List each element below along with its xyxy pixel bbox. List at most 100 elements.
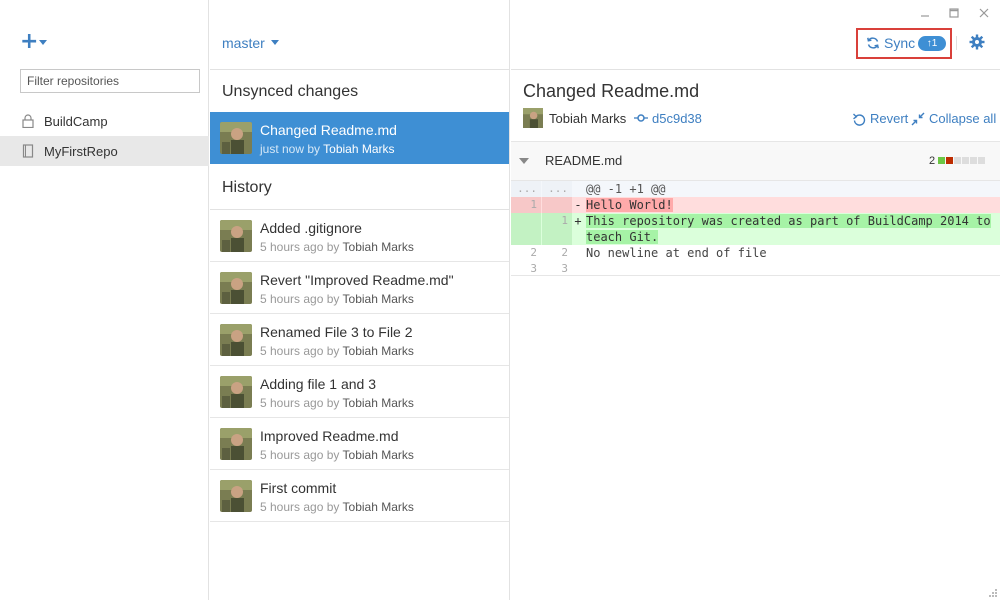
commit-author: Tobiah Marks [323,142,395,156]
commit-meta: 5 hours ago by Tobiah Marks [260,240,414,254]
diffstat-count: 2 [929,155,936,167]
revert-label: Revert [870,111,909,126]
repo-item-myfirstrepo[interactable]: MyFirstRepo [0,136,209,166]
sync-icon [867,37,879,49]
diffstat-added-block [938,157,945,164]
undo-icon [853,113,866,126]
sync-label: Sync [884,35,916,51]
commit-message: Adding file 1 and 3 [260,376,376,392]
repo-label: BuildCamp [44,114,108,129]
branch-name: master [222,35,265,51]
commit-time: 5 hours ago by [260,448,340,462]
commit-meta: 5 hours ago by Tobiah Marks [260,344,414,358]
commit-author: Tobiah Marks [342,396,414,410]
diff-code: This repository was created as part of B… [586,214,991,244]
history-heading: History [222,179,272,196]
maximize-icon[interactable] [947,6,961,20]
minimize-icon[interactable] [918,6,932,20]
commit-meta: 5 hours ago by Tobiah Marks [260,396,414,410]
diffstat-removed-block [946,157,953,164]
file-header: README.md 2 [511,141,1000,181]
commit-message: Renamed File 3 to File 2 [260,324,413,340]
commit-title: Changed Readme.md [523,81,700,101]
commit-meta: 5 hours ago by Tobiah Marks [260,500,414,514]
commit-time: just now by [260,142,321,156]
collapse-toggle-icon[interactable] [519,158,529,164]
commit-time: 5 hours ago by [260,344,340,358]
divider [511,69,1000,70]
commit-author: Tobiah Marks [342,500,414,514]
diff-line-deleted: 1 - Hello World! [511,197,1000,213]
commit-author-name: Tobiah Marks [549,111,627,126]
avatar [523,108,543,128]
avatar [220,376,252,408]
commit-item-history[interactable]: Improved Readme.md 5 hours ago by Tobiah … [210,418,509,470]
diff-hunk-header: ... ... @@ -1 +1 @@ [511,181,1000,197]
diff-code: No newline at end of file [586,246,767,260]
line-number-new: ... [548,182,568,195]
commit-meta: 5 hours ago by Tobiah Marks [260,292,414,306]
repo-item-buildcamp[interactable]: BuildCamp [0,106,209,136]
book-icon [22,144,34,158]
lock-icon [22,114,34,128]
commit-list-panel: master Unsynced changes Changed Readme.m… [210,0,510,600]
commit-item-history[interactable]: Revert "Improved Readme.md" 5 hours ago b… [210,262,509,314]
commit-item-history[interactable]: Adding file 1 and 3 5 hours ago by Tobiah… [210,366,509,418]
commit-message: Added .gitignore [260,220,362,236]
unsynced-count-badge: ↑1 [918,36,946,51]
chevron-down-icon [270,40,279,45]
commit-message: Improved Readme.md [260,428,399,444]
commit-item-history[interactable]: Added .gitignore 5 hours ago by Tobiah Ma… [210,210,509,262]
commit-time: 5 hours ago by [260,240,340,254]
avatar [220,480,252,512]
commit-time: 5 hours ago by [260,500,340,514]
commit-time: 5 hours ago by [260,396,340,410]
filter-repositories-input[interactable] [20,69,200,93]
commit-meta: just now by Tobiah Marks [260,142,395,156]
commit-meta: 5 hours ago by Tobiah Marks [260,448,414,462]
commit-time: 5 hours ago by [260,292,340,306]
diff-sign: + [574,214,582,228]
diff-line-added: 1 + This repository was created as part … [511,213,1000,245]
diff-code: Hello World! [586,198,673,212]
close-icon[interactable] [977,6,991,20]
diff-view: ... ... @@ -1 +1 @@ 1 - Hello World! 1 +… [511,181,1000,277]
avatar [220,272,252,304]
commit-message: Changed Readme.md [260,122,397,138]
commit-item-history[interactable]: Renamed File 3 to File 2 5 hours ago by T… [210,314,509,366]
commit-author: Tobiah Marks [342,448,414,462]
diffstat-neutral-block [962,157,969,164]
divider [210,69,510,70]
commit-sha: d5c9d38 [652,111,702,126]
avatar [220,122,252,154]
toolbar-divider [956,36,957,50]
line-number-old: 2 [530,246,537,259]
line-number-old: ... [517,182,537,195]
collapse-all-label: Collapse all [929,111,997,126]
commit-author: Tobiah Marks [342,344,414,358]
avatar [220,324,252,356]
collapse-icon [911,112,925,126]
commit-icon [634,114,648,122]
commit-author: Tobiah Marks [342,292,414,306]
add-repository-button[interactable]: + [20,31,50,53]
commit-message: First commit [260,480,337,496]
diff-sign: - [574,198,582,212]
sync-button[interactable]: Sync ↑1 [856,28,952,59]
line-number-new: 2 [561,246,568,259]
hunk-text: @@ -1 +1 @@ [586,182,666,196]
chevron-down-icon [39,40,47,45]
commit-message: Revert "Improved Readme.md" [260,272,454,288]
unsynced-changes-heading: Unsynced changes [222,83,359,100]
diffstat-neutral-block [954,157,961,164]
resize-grip-icon[interactable] [986,586,998,598]
diffstat-neutral-block [970,157,977,164]
divider [511,275,1000,276]
commit-item-unsynced[interactable]: Changed Readme.md just now by Tobiah Mar… [210,112,509,164]
gear-icon[interactable] [969,34,985,50]
branch-selector[interactable]: master [222,35,279,51]
avatar [220,220,252,252]
commit-item-history[interactable]: First commit 5 hours ago by Tobiah Marks [210,470,509,522]
avatar [220,428,252,460]
repo-label: MyFirstRepo [44,144,118,159]
